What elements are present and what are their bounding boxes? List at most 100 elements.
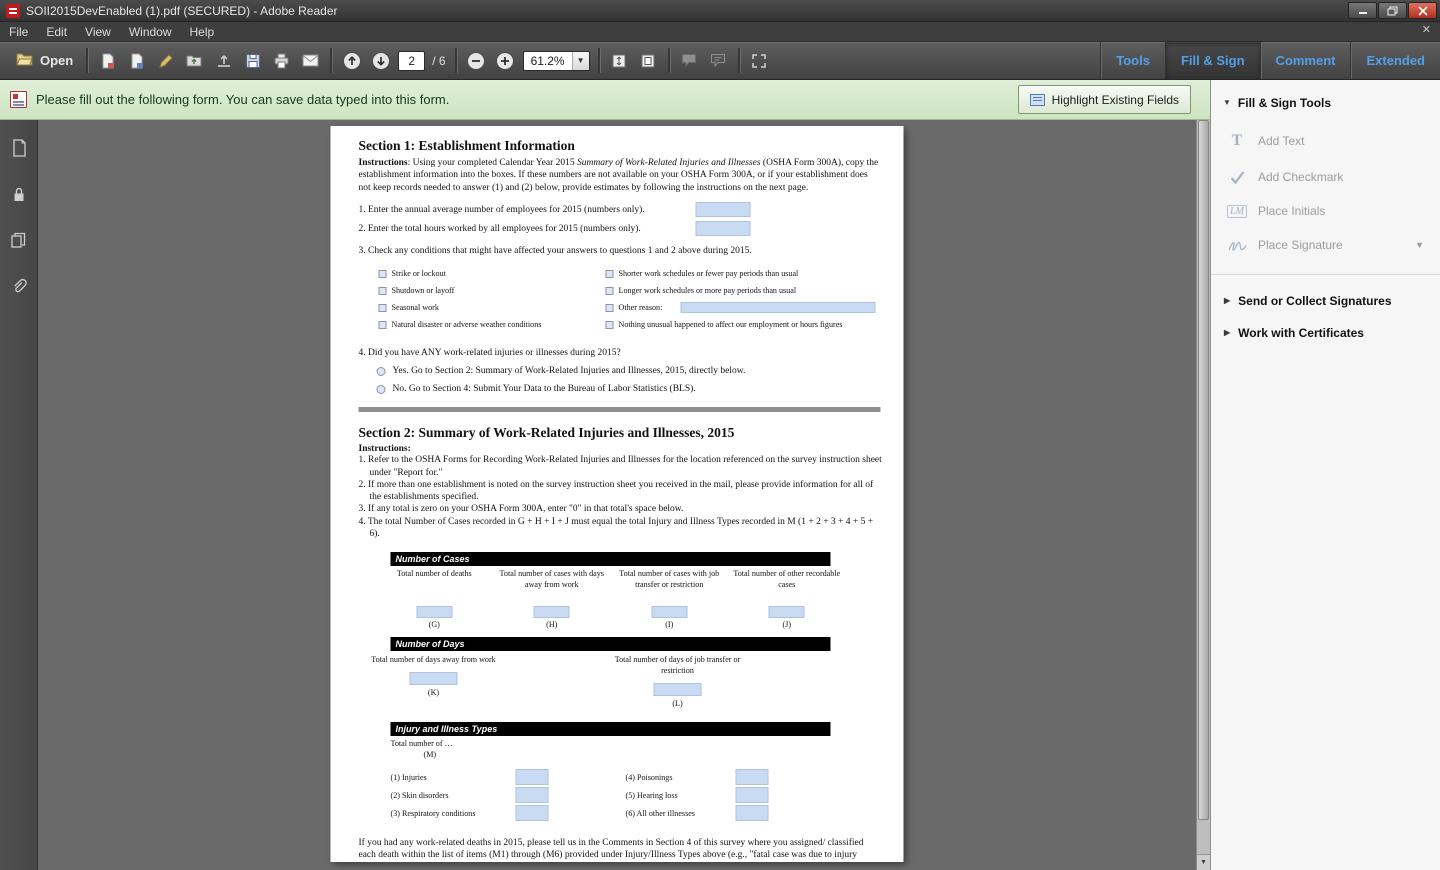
email-icon[interactable] — [298, 48, 323, 74]
chevron-down-icon[interactable]: ▼ — [1415, 240, 1424, 250]
pages-icon[interactable] — [7, 228, 31, 252]
add-text-icon: T — [1227, 132, 1247, 150]
job-transfer-cases-field[interactable] — [651, 606, 687, 618]
days-away-field[interactable] — [410, 672, 458, 685]
hearing-loss-field[interactable] — [736, 787, 769, 803]
page-number-input[interactable] — [398, 51, 425, 71]
no-label: No. Go to Section 4: Submit Your Data to… — [393, 384, 696, 394]
fit-page-icon[interactable] — [636, 48, 661, 74]
other-recordable-cases-field[interactable] — [769, 606, 805, 618]
injuries-field[interactable] — [516, 769, 549, 785]
menu-edit[interactable]: Edit — [37, 24, 76, 40]
number-of-cases-table: Total number of deaths (G) Total number … — [376, 569, 846, 631]
vertical-scrollbar[interactable]: ▼ — [1196, 120, 1210, 870]
highlight-existing-fields-button[interactable]: Highlight Existing Fields — [1018, 85, 1191, 114]
scrolling-mode-icon[interactable] — [607, 48, 632, 74]
number-of-days-header: Number of Days — [391, 637, 831, 651]
add-text-tool[interactable]: T Add Text — [1211, 122, 1440, 160]
section-divider — [359, 407, 881, 412]
zoom-in-button[interactable] — [493, 48, 518, 74]
other-reason-checkbox[interactable] — [606, 304, 614, 312]
tab-comment[interactable]: Comment — [1260, 42, 1351, 79]
yes-label: Yes. Go to Section 2: Summary of Work-Re… — [393, 366, 746, 376]
minimize-button[interactable] — [1348, 2, 1377, 19]
sign-pen-icon[interactable] — [153, 48, 178, 74]
place-initials-icon: LM — [1227, 205, 1247, 218]
shorter-schedules-checkbox[interactable] — [606, 270, 614, 278]
export-pdf-icon[interactable] — [95, 48, 120, 74]
place-signature-tool[interactable]: Place Signature ▼ — [1211, 228, 1440, 262]
menu-help[interactable]: Help — [181, 24, 224, 40]
menubar-close-icon[interactable]: ✕ — [1422, 25, 1431, 36]
deaths-note: If you had any work-related deaths in 20… — [359, 837, 883, 862]
days-away-cases-field[interactable] — [534, 606, 570, 618]
nothing-unusual-checkbox[interactable] — [606, 321, 614, 329]
security-lock-icon[interactable] — [7, 182, 31, 206]
types-code: (M) — [424, 749, 904, 760]
close-button[interactable] — [1408, 2, 1437, 19]
scroll-down-arrow-icon[interactable]: ▼ — [1197, 854, 1210, 870]
other-reason-field[interactable] — [681, 302, 876, 313]
seasonal-work-checkbox[interactable] — [379, 304, 387, 312]
restore-button[interactable] — [1378, 2, 1407, 19]
menu-view[interactable]: View — [76, 24, 120, 40]
conditions-checkbox-grid: Strike or lockout Shutdown or layoff Sea… — [379, 265, 904, 334]
toolbar: Open / — [0, 42, 1440, 80]
send-collect-signatures-section[interactable]: ▶ Send or Collect Signatures — [1211, 285, 1440, 317]
adobe-reader-window: SOII2015DevEnabled (1).pdf (SECURED) - A… — [0, 0, 1440, 870]
send-upload-icon[interactable] — [211, 48, 236, 74]
pdf-page: Section 1: Establishment Information Ins… — [331, 126, 904, 862]
poisonings-field[interactable] — [736, 769, 769, 785]
skin-disorders-field[interactable] — [516, 787, 549, 803]
create-pdf-icon[interactable] — [124, 48, 149, 74]
number-of-cases-header: Number of Cases — [391, 552, 831, 566]
number-of-days-table: Total number of days away from work (K) … — [369, 654, 839, 718]
zoom-dropdown-arrow-icon[interactable]: ▼ — [572, 52, 589, 70]
previous-page-button[interactable] — [339, 48, 364, 74]
tab-fill-sign[interactable]: Fill & Sign — [1165, 42, 1260, 79]
section2-instructions-label: Instructions: — [359, 444, 904, 454]
menu-file[interactable]: File — [0, 24, 37, 40]
scrollbar-thumb[interactable] — [1198, 120, 1209, 820]
fill-sign-tools-header[interactable]: ▼ Fill & Sign Tools — [1211, 80, 1440, 122]
comment-bubble-icon[interactable] — [677, 48, 702, 74]
question-3-text: 3. Check any conditions that might have … — [359, 246, 752, 256]
respiratory-conditions-field[interactable] — [516, 805, 549, 821]
employees-input-field[interactable] — [696, 202, 751, 217]
job-transfer-days-field[interactable] — [654, 683, 702, 696]
adobe-reader-icon — [6, 4, 20, 18]
tab-tools[interactable]: Tools — [1100, 42, 1165, 79]
next-page-button[interactable] — [368, 48, 393, 74]
annotations-icon[interactable] — [706, 48, 731, 74]
share-folder-icon[interactable] — [182, 48, 207, 74]
page-total-label: / 6 — [432, 54, 445, 68]
hours-input-field[interactable] — [696, 221, 751, 236]
navigation-rail — [0, 120, 38, 870]
strike-lockout-checkbox[interactable] — [379, 270, 387, 278]
zoom-level-select[interactable]: 61.2% ▼ — [523, 51, 590, 71]
no-radio[interactable] — [377, 385, 386, 394]
work-with-certificates-section[interactable]: ▶ Work with Certificates — [1211, 317, 1440, 349]
print-icon[interactable] — [269, 48, 294, 74]
shutdown-layoff-checkbox[interactable] — [379, 287, 387, 295]
fullscreen-icon[interactable] — [747, 48, 772, 74]
section2-title: Section 2: Summary of Work-Related Injur… — [359, 425, 904, 441]
add-checkmark-tool[interactable]: Add Checkmark — [1211, 160, 1440, 194]
all-other-illnesses-field[interactable] — [736, 805, 769, 821]
tab-extended[interactable]: Extended — [1350, 42, 1440, 79]
place-initials-tool[interactable]: LM Place Initials — [1211, 194, 1440, 228]
question-4-text: 4. Did you have ANY work-related injurie… — [359, 348, 621, 358]
titlebar: SOII2015DevEnabled (1).pdf (SECURED) - A… — [0, 0, 1440, 22]
menu-window[interactable]: Window — [120, 24, 181, 40]
page-thumbnails-icon[interactable] — [7, 136, 31, 160]
zoom-out-button[interactable] — [464, 48, 489, 74]
place-signature-icon — [1227, 239, 1247, 252]
yes-radio[interactable] — [377, 367, 386, 376]
longer-schedules-checkbox[interactable] — [606, 287, 614, 295]
save-icon[interactable] — [240, 48, 265, 74]
deaths-field[interactable] — [416, 606, 452, 618]
open-button[interactable]: Open — [8, 47, 81, 75]
attachments-paperclip-icon[interactable] — [7, 274, 31, 298]
document-canvas[interactable]: Section 1: Establishment Information Ins… — [38, 120, 1196, 870]
natural-disaster-checkbox[interactable] — [379, 321, 387, 329]
